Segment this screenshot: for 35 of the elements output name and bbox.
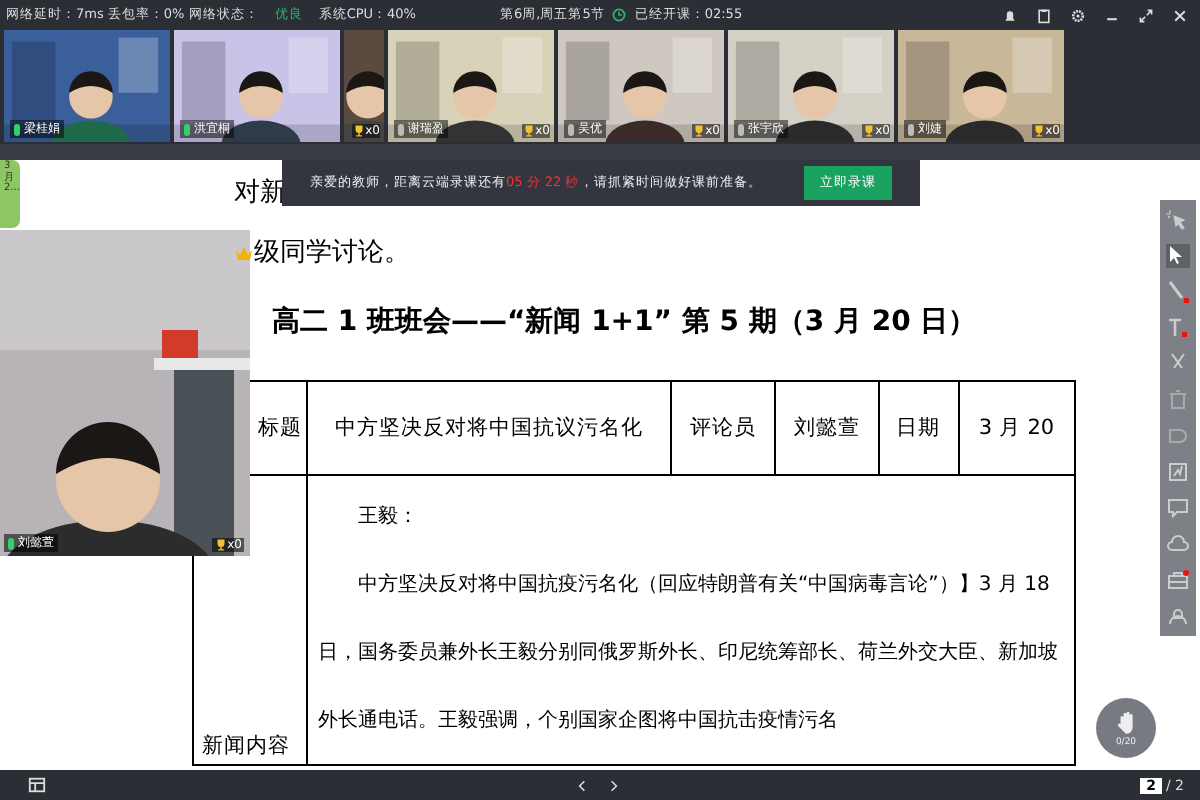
clipboard-icon[interactable] [1036, 7, 1052, 23]
trophy-icon [1031, 124, 1046, 138]
paragraph: 王毅： [356, 503, 420, 532]
select-icon[interactable] [1166, 244, 1190, 268]
settings-icon[interactable] [1070, 7, 1086, 23]
previous-page-icon[interactable] [574, 777, 590, 793]
table-cell: 评论员 [671, 381, 775, 475]
thumbnail-grid-icon[interactable] [28, 776, 46, 794]
table-cell: 中方坚决反对将中国抗议污名化 [307, 381, 672, 475]
chat-icon[interactable] [1166, 496, 1190, 520]
trash-icon[interactable] [1166, 388, 1190, 412]
hand-icon [1115, 709, 1137, 735]
trophy-icon [213, 538, 228, 552]
maximize-icon[interactable] [1138, 7, 1154, 23]
crown-icon [234, 244, 254, 264]
next-page-icon[interactable] [606, 777, 622, 793]
document-text: 级同学讨论。 [254, 236, 410, 272]
box-icon[interactable] [1166, 568, 1190, 592]
table-cell: 刘懿萱 [774, 381, 879, 475]
text-icon[interactable] [1166, 316, 1190, 340]
pen-icon[interactable] [1166, 280, 1190, 304]
bell-icon[interactable] [1002, 7, 1018, 23]
document-text: 对新 [234, 176, 286, 212]
paragraph: 中方坚决反对将中国抗疫污名化（回应特朗普有关“中国病毒言论”）】3 月 18 日，国务委员兼外长王毅分别同俄罗斯外长、印尼统筹部长、荷兰外交大臣、新加坡外长通电话。王毅强调，个别国家企图将中国抗击疫情污名 [318, 571, 1060, 736]
cloud-icon[interactable] [1166, 532, 1190, 556]
trophy-icon [521, 124, 536, 138]
close-icon[interactable] [1172, 7, 1188, 23]
table-cell: 日期 [878, 381, 959, 475]
document-title: 高二 1 班班会——“新闻 1+1” 第 5 期（3 月 20 日） [270, 303, 979, 342]
table-cell: 3 月 20 [958, 381, 1075, 475]
trophy-icon [861, 124, 876, 138]
laser-icon[interactable] [1166, 208, 1190, 232]
trophy-icon [351, 124, 366, 138]
trophy-icon [691, 124, 706, 138]
clock-icon [612, 8, 627, 22]
